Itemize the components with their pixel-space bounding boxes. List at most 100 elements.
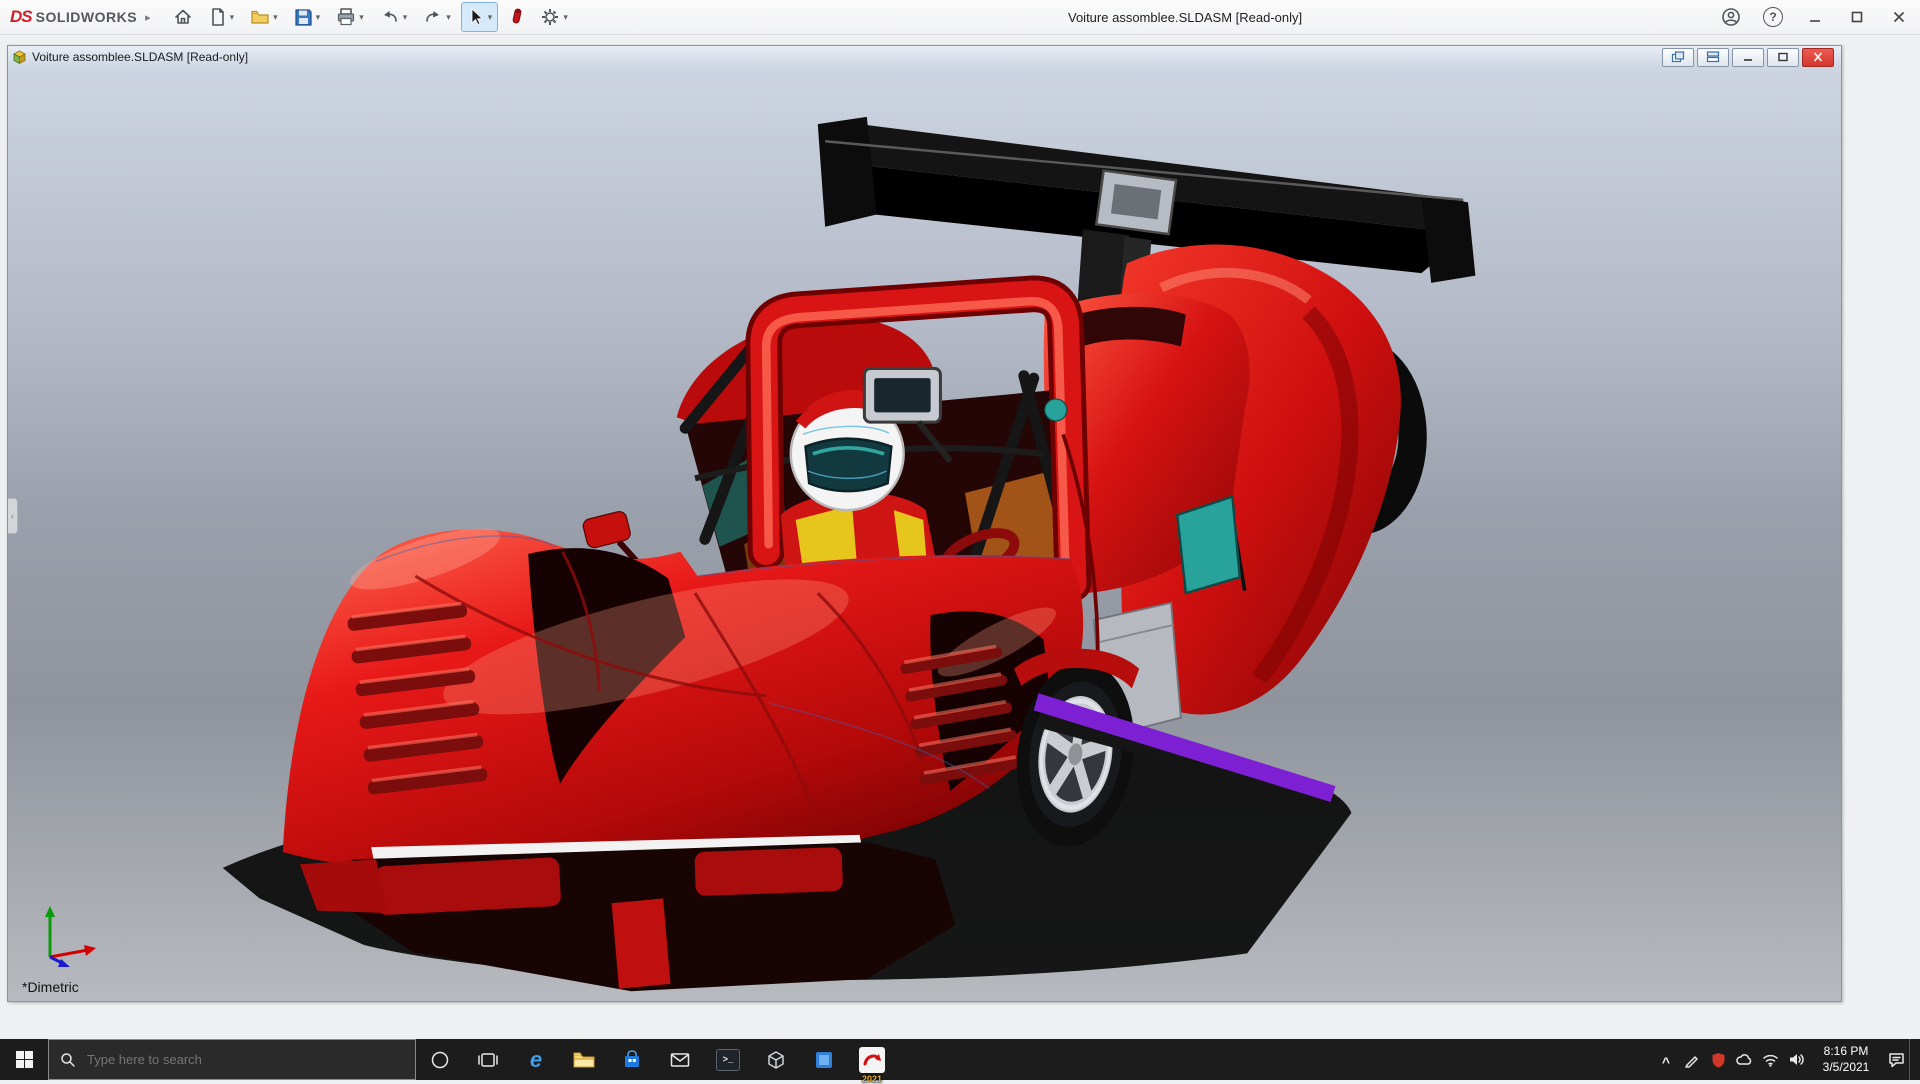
pen-tray-button[interactable] xyxy=(1679,1039,1705,1080)
doc-close-button[interactable] xyxy=(1802,48,1834,67)
task-view-button[interactable] xyxy=(464,1039,512,1080)
close-button[interactable] xyxy=(1878,0,1920,34)
photos-app-button[interactable] xyxy=(800,1039,848,1080)
markup-pen-button[interactable] xyxy=(502,2,530,32)
account-button[interactable] xyxy=(1710,0,1752,34)
chevron-down-icon[interactable]: ▾ xyxy=(273,13,278,22)
volume-tray-button[interactable] xyxy=(1783,1039,1809,1080)
clock-time: 8:16 PM xyxy=(1809,1044,1883,1060)
save-button[interactable]: ▾ xyxy=(288,2,327,32)
cortana-button[interactable] xyxy=(416,1039,464,1080)
doc-cascade-button[interactable] xyxy=(1697,48,1729,67)
action-center-button[interactable] xyxy=(1883,1039,1909,1080)
clock-date: 3/5/2021 xyxy=(1809,1060,1883,1076)
minimize-button[interactable] xyxy=(1794,0,1836,34)
chevron-down-icon[interactable]: ▾ xyxy=(488,13,493,22)
store-icon xyxy=(622,1050,642,1070)
graphics-viewport[interactable]: *Dimetric ‹ xyxy=(8,68,1841,1001)
security-tray-button[interactable] xyxy=(1705,1039,1731,1080)
cascade-windows-icon xyxy=(1706,51,1720,63)
edge-icon: e xyxy=(530,1047,542,1073)
document-title: Voiture assomblee.SLDASM [Read-only] xyxy=(32,50,248,64)
select-tool-button[interactable]: ▾ xyxy=(461,2,499,32)
chevron-down-icon[interactable]: ▾ xyxy=(316,13,321,22)
mail-button[interactable] xyxy=(656,1039,704,1080)
panel-collapse-arrow[interactable]: ‹ xyxy=(8,498,18,534)
open-folder-icon xyxy=(250,7,270,27)
help-button[interactable]: ? xyxy=(1752,0,1794,34)
maximize-icon xyxy=(1850,10,1864,24)
app-title-bar: DS SOLIDWORKS ▸ ▾ ▾ ▾ ▾ xyxy=(0,0,1920,35)
teal-marker xyxy=(1045,399,1067,421)
new-document-icon xyxy=(209,7,227,27)
solidworks-version-badge: 2021 xyxy=(862,1074,882,1084)
gear-icon xyxy=(540,7,560,27)
car-model-3d-view xyxy=(8,68,1841,1001)
doc-minimize-button[interactable] xyxy=(1732,48,1764,67)
print-icon xyxy=(336,7,356,27)
orientation-triad xyxy=(26,901,106,967)
show-desktop-button[interactable] xyxy=(1909,1039,1918,1080)
open-button[interactable]: ▾ xyxy=(244,2,284,32)
taskbar-clock[interactable]: 8:16 PM 3/5/2021 xyxy=(1809,1039,1883,1080)
doc-maximize-icon xyxy=(1777,52,1789,62)
undo-button[interactable]: ▾ xyxy=(374,2,414,32)
network-tray-button[interactable] xyxy=(1757,1039,1783,1080)
solidworks-logo: DS SOLIDWORKS xyxy=(0,7,145,27)
blue-app-icon xyxy=(814,1050,834,1070)
options-button[interactable]: ▾ xyxy=(534,2,574,32)
wifi-icon xyxy=(1762,1053,1779,1067)
solidworks-wordmark: SOLIDWORKS xyxy=(36,9,137,25)
chevron-down-icon[interactable]: ▾ xyxy=(446,13,451,22)
ds-logo-icon: DS xyxy=(10,7,32,27)
help-icon: ? xyxy=(1763,7,1783,27)
home-button[interactable] xyxy=(167,2,199,32)
redo-icon xyxy=(423,7,443,27)
home-icon xyxy=(173,7,193,27)
taskbar-search[interactable] xyxy=(48,1039,416,1080)
redo-button[interactable]: ▾ xyxy=(417,2,457,32)
solidworks-taskbar-button[interactable]: 2021 xyxy=(848,1039,896,1080)
mail-icon xyxy=(670,1052,690,1068)
search-input[interactable] xyxy=(85,1051,359,1068)
doc-maximize-button[interactable] xyxy=(1767,48,1799,67)
new-document-button[interactable]: ▾ xyxy=(203,2,241,32)
maximize-button[interactable] xyxy=(1836,0,1878,34)
cube-viewer-icon xyxy=(766,1050,786,1070)
viewer-app-button[interactable] xyxy=(752,1039,800,1080)
chevron-down-icon[interactable]: ▾ xyxy=(563,13,568,22)
side-window-teal xyxy=(1177,497,1240,593)
onedrive-tray-button[interactable] xyxy=(1731,1039,1757,1080)
cortana-icon xyxy=(430,1050,450,1070)
document-window: Voiture assomblee.SLDASM [Read-only] xyxy=(7,45,1842,1002)
menu-expand-arrow-icon[interactable]: ▸ xyxy=(145,11,151,24)
action-center-icon xyxy=(1888,1052,1905,1068)
document-title-bar[interactable]: Voiture assomblee.SLDASM [Read-only] xyxy=(8,46,1841,69)
pen-icon xyxy=(1684,1052,1700,1068)
start-button[interactable] xyxy=(0,1039,48,1080)
task-view-icon xyxy=(478,1050,498,1070)
undo-icon xyxy=(380,7,400,27)
cloud-icon xyxy=(1735,1053,1753,1067)
terminal-button[interactable]: >_ xyxy=(704,1039,752,1080)
edge-button[interactable]: e xyxy=(512,1039,560,1080)
chevron-down-icon[interactable]: ▾ xyxy=(359,13,364,22)
chevron-down-icon[interactable]: ▾ xyxy=(403,13,408,22)
doc-minimize-icon xyxy=(1742,52,1754,62)
system-tray: ^ xyxy=(1653,1039,1920,1080)
chevron-down-icon[interactable]: ▾ xyxy=(230,13,235,22)
search-icon xyxy=(60,1052,76,1068)
file-explorer-button[interactable] xyxy=(560,1039,608,1080)
windows-taskbar: e >_ xyxy=(0,1039,1920,1080)
doc-tile-button[interactable] xyxy=(1662,48,1694,67)
print-button[interactable]: ▾ xyxy=(330,2,370,32)
store-button[interactable] xyxy=(608,1039,656,1080)
assembly-document-icon xyxy=(12,50,27,65)
select-cursor-icon xyxy=(467,7,485,27)
solidworks-app-icon xyxy=(859,1047,885,1073)
markup-pen-icon xyxy=(508,7,524,27)
minimize-icon xyxy=(1808,10,1822,24)
hidden-icons-button[interactable]: ^ xyxy=(1653,1039,1679,1080)
caret-up-icon: ^ xyxy=(1662,1054,1670,1070)
tile-windows-icon xyxy=(1671,51,1685,63)
